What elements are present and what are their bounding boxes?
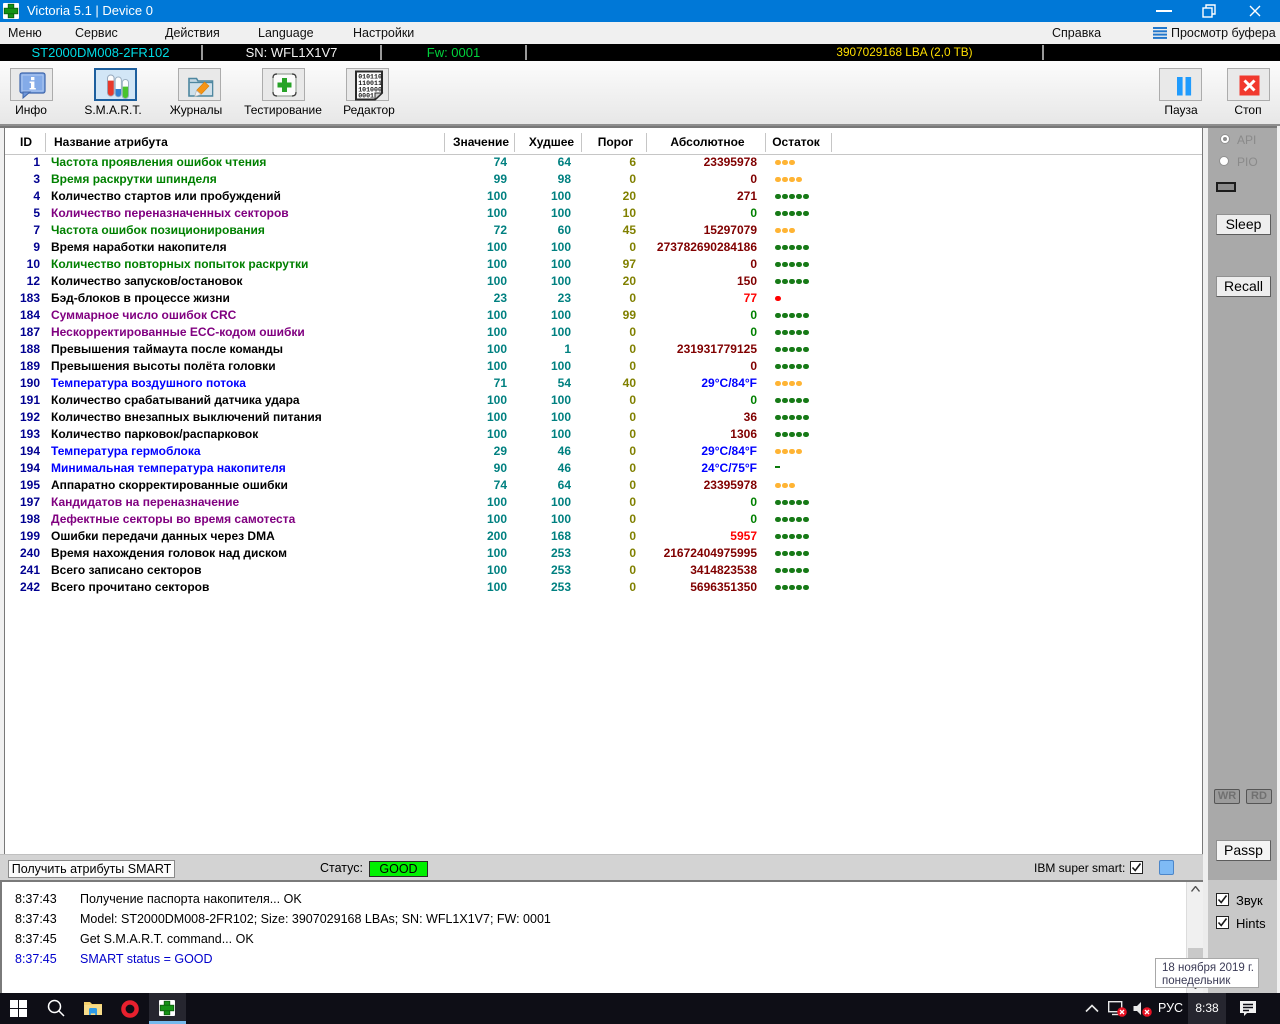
svg-text:0001: 0001 [358,93,374,100]
